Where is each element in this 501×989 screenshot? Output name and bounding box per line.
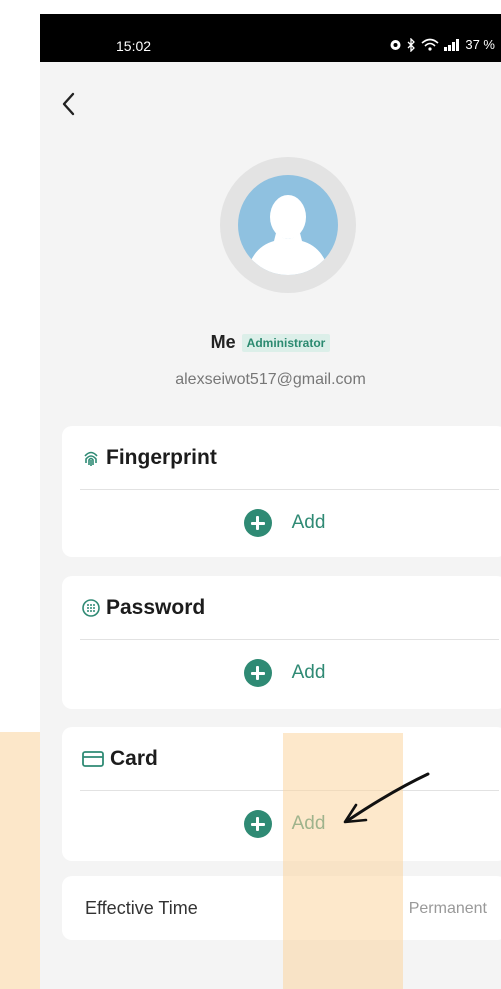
fingerprint-icon xyxy=(84,451,98,466)
battery-percent: 37 % xyxy=(465,37,495,52)
keypad-icon xyxy=(82,599,100,617)
effective-time-label: Effective Time xyxy=(85,898,198,918)
password-title: Password xyxy=(106,596,206,619)
wifi-icon xyxy=(421,38,439,51)
plus-circle-icon xyxy=(243,509,272,537)
section-divider xyxy=(80,790,499,791)
signal-icon xyxy=(444,38,460,51)
alarm-icon xyxy=(390,40,401,50)
add-card-label: Add xyxy=(291,813,326,834)
add-password-button[interactable]: Add xyxy=(62,659,501,687)
status-bar: 15:02 37 % xyxy=(40,14,501,62)
plus-circle-icon xyxy=(243,659,272,687)
status-time: 15:02 xyxy=(116,38,152,54)
password-section: Password Add xyxy=(62,576,501,709)
default-avatar-icon xyxy=(238,175,338,275)
fingerprint-title: Fingerprint xyxy=(106,446,217,469)
profile-name-row: Me Administrator xyxy=(40,332,501,353)
back-chevron-icon[interactable] xyxy=(58,90,80,118)
card-section: Card Add xyxy=(62,727,501,861)
phone-screen: 15:02 37 % Me Administrator alexseiwot51… xyxy=(40,14,501,989)
section-divider xyxy=(80,489,499,490)
profile-name: Me xyxy=(210,332,236,352)
add-fingerprint-button[interactable]: Add xyxy=(62,509,501,537)
fingerprint-header: Fingerprint xyxy=(82,446,217,470)
plus-circle-icon xyxy=(243,810,272,838)
add-card-button[interactable]: Add xyxy=(62,810,501,838)
password-header: Password xyxy=(82,596,205,620)
profile-email: alexseiwot517@gmail.com xyxy=(175,371,366,388)
card-title: Card xyxy=(110,747,158,770)
card-header: Card xyxy=(82,747,158,771)
card-icon xyxy=(82,751,104,767)
role-badge: Administrator xyxy=(241,333,331,352)
section-divider xyxy=(80,639,499,640)
status-icons: 37 % xyxy=(389,37,495,52)
avatar xyxy=(220,157,356,293)
fingerprint-section: Fingerprint Add xyxy=(62,426,501,557)
effective-time-row[interactable]: Effective Time Permanent xyxy=(62,876,501,940)
bluetooth-icon xyxy=(407,37,416,52)
effective-time-value: Permanent xyxy=(408,900,487,917)
add-password-label: Add xyxy=(291,662,326,683)
add-fingerprint-label: Add xyxy=(291,512,326,533)
